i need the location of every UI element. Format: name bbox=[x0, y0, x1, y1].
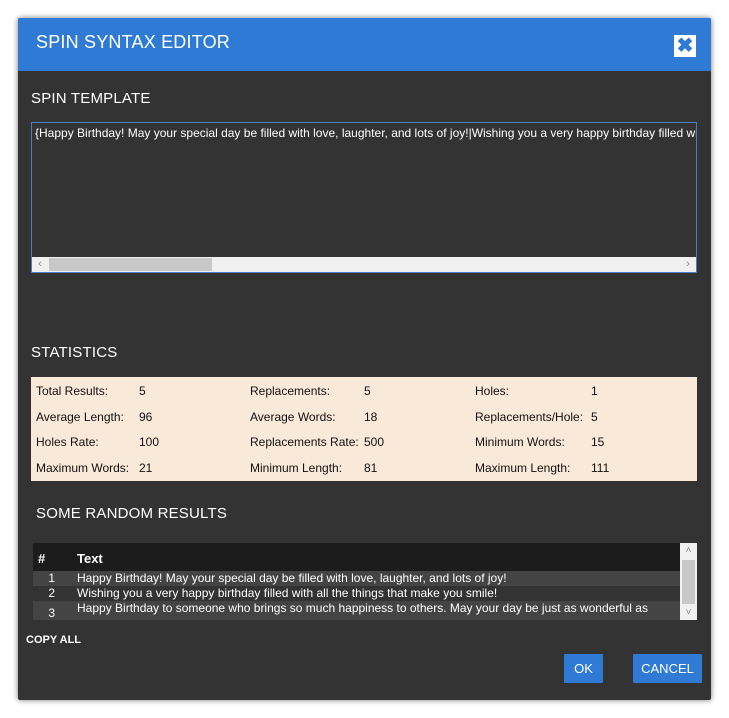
stat-value: 5 bbox=[364, 384, 371, 398]
statistics-label: STATISTICS bbox=[31, 344, 118, 361]
scroll-down-icon[interactable]: ˅ bbox=[680, 605, 697, 620]
stat-label: Average Length: bbox=[36, 410, 124, 424]
ok-button[interactable]: OK bbox=[564, 654, 603, 683]
title-bar: SPIN SYNTAX EDITOR ✖ bbox=[18, 18, 711, 71]
stat-value: 500 bbox=[364, 435, 385, 449]
stat-label: Minimum Words: bbox=[475, 435, 565, 449]
vertical-scroll-thumb[interactable] bbox=[682, 560, 695, 604]
stat-label: Maximum Words: bbox=[36, 461, 130, 475]
row-number: 1 bbox=[48, 571, 55, 585]
stat-label: Replacements/Hole: bbox=[475, 410, 584, 424]
table-row[interactable]: 3 Happy Birthday to someone who brings s… bbox=[33, 601, 680, 620]
stat-value: 21 bbox=[139, 461, 153, 475]
close-icon[interactable]: ✖ bbox=[674, 35, 696, 57]
stat-value: 5 bbox=[591, 410, 598, 424]
stat-value: 18 bbox=[364, 410, 378, 424]
stat-label: Minimum Length: bbox=[250, 461, 343, 475]
table-header: # Text bbox=[33, 543, 680, 571]
statistics-panel: Total Results: 5 Replacements: 5 Holes: … bbox=[31, 377, 697, 481]
spin-template-label: SPIN TEMPLATE bbox=[31, 90, 151, 107]
row-text: Happy Birthday! May your special day be … bbox=[77, 571, 507, 585]
spin-syntax-editor-dialog: SPIN SYNTAX EDITOR ✖ SPIN TEMPLATE {Happ… bbox=[18, 18, 711, 700]
horizontal-scrollbar[interactable]: ‹ › bbox=[32, 257, 696, 272]
scroll-up-icon[interactable]: ˄ bbox=[680, 543, 697, 558]
row-text: Wishing you a very happy birthday filled… bbox=[77, 586, 498, 600]
column-header-text[interactable]: Text bbox=[77, 551, 103, 566]
stat-value: 81 bbox=[364, 461, 378, 475]
stat-label: Total Results: bbox=[36, 384, 109, 398]
stat-label: Holes: bbox=[475, 384, 510, 398]
table-row[interactable]: 1 Happy Birthday! May your special day b… bbox=[33, 571, 680, 586]
stat-label: Replacements: bbox=[250, 384, 331, 398]
dialog-title: SPIN SYNTAX EDITOR bbox=[36, 32, 230, 52]
row-text: Happy Birthday to someone who brings so … bbox=[77, 601, 648, 615]
stat-value: 111 bbox=[591, 461, 610, 475]
row-number: 2 bbox=[48, 586, 55, 600]
stat-label: Maximum Length: bbox=[475, 461, 571, 475]
copy-all-button[interactable]: COPY ALL bbox=[26, 634, 81, 646]
spin-template-input[interactable]: {Happy Birthday! May your special day be… bbox=[31, 122, 697, 273]
stat-value: 5 bbox=[139, 384, 146, 398]
vertical-scrollbar[interactable]: ˄ ˅ bbox=[680, 543, 697, 620]
results-table[interactable]: # Text 1 Happy Birthday! May your specia… bbox=[33, 543, 697, 620]
scroll-right-icon[interactable]: › bbox=[680, 257, 696, 272]
scroll-left-icon[interactable]: ‹ bbox=[32, 257, 48, 272]
stat-value: 100 bbox=[139, 435, 160, 449]
stat-label: Average Words: bbox=[250, 410, 336, 424]
row-number: 3 bbox=[48, 606, 55, 620]
table-row[interactable]: 2 Wishing you a very happy birthday fill… bbox=[33, 586, 680, 601]
stat-label: Replacements Rate: bbox=[250, 435, 359, 449]
stat-label: Holes Rate: bbox=[36, 435, 99, 449]
stat-value: 96 bbox=[139, 410, 153, 424]
stat-value: 1 bbox=[591, 384, 598, 398]
random-results-label: SOME RANDOM RESULTS bbox=[36, 505, 228, 522]
stat-value: 15 bbox=[591, 435, 605, 449]
cancel-button[interactable]: CANCEL bbox=[633, 654, 702, 683]
spin-template-text: {Happy Birthday! May your special day be… bbox=[35, 126, 697, 140]
column-header-number[interactable]: # bbox=[38, 551, 45, 566]
horizontal-scroll-thumb[interactable] bbox=[49, 258, 212, 271]
